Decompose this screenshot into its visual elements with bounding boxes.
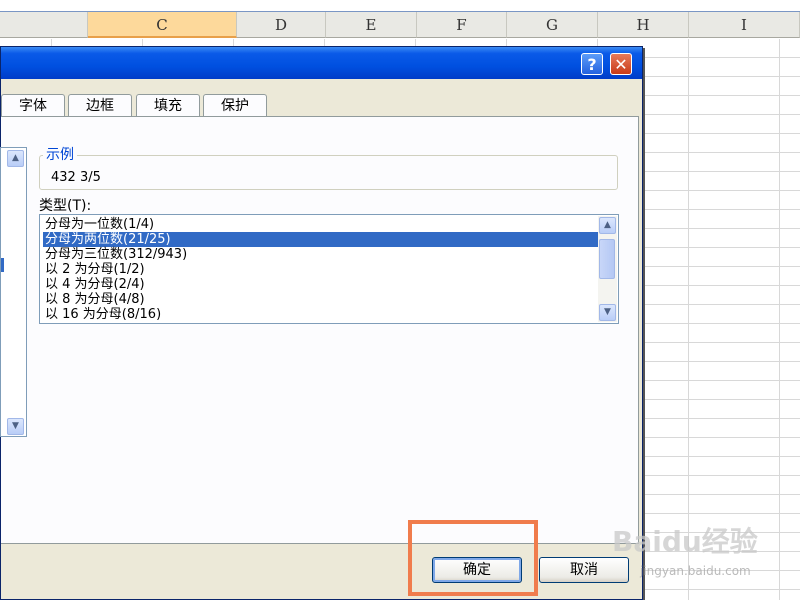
help-icon[interactable]: ?	[581, 53, 603, 75]
scroll-thumb[interactable]	[599, 239, 615, 279]
tab-border[interactable]: 边框	[68, 94, 132, 116]
column-header-i[interactable]: I	[689, 12, 800, 38]
column-header-b[interactable]	[0, 12, 88, 38]
type-list-scrollbar[interactable]: ▲ ▼	[598, 216, 617, 322]
scroll-up-icon[interactable]: ▲	[7, 150, 24, 167]
watermark-logo: Baidu经验	[612, 525, 758, 558]
dialog-titlebar[interactable]: ? ✕	[1, 47, 642, 79]
column-header-d[interactable]: D	[237, 12, 326, 38]
column-header-e[interactable]: E	[326, 12, 417, 38]
column-header-c[interactable]: C	[88, 12, 237, 38]
list-item[interactable]: 以 16 为分母(8/16)	[43, 307, 598, 322]
scroll-down-icon[interactable]: ▼	[7, 418, 24, 435]
selected-category-marker	[1, 258, 4, 272]
category-list[interactable]: ▲ ▼	[0, 147, 27, 437]
list-item[interactable]: 以 2 为分母(1/2)	[43, 262, 598, 277]
list-item[interactable]: 以 8 为分母(4/8)	[43, 292, 598, 307]
column-header-h[interactable]: H	[598, 12, 689, 38]
column-header-g[interactable]: G	[507, 12, 598, 38]
cancel-button[interactable]: 取消	[539, 557, 629, 583]
column-header-f[interactable]: F	[417, 12, 507, 38]
watermark-url: jingyan.baidu.com	[640, 564, 751, 578]
tab-protection[interactable]: 保护	[203, 94, 267, 116]
list-item[interactable]: 以 4 为分母(2/4)	[43, 277, 598, 292]
format-cells-dialog: ? ✕ 字体 边框 填充 保护 ▲ ▼ 示例 432 3/5 类型(T): 分母…	[0, 46, 643, 600]
list-item[interactable]: 分母为一位数(1/4)	[43, 217, 598, 232]
type-label: 类型(T):	[39, 198, 92, 214]
sample-value: 432 3/5	[51, 170, 101, 185]
sample-label: 示例	[43, 144, 77, 164]
highlight-box	[408, 520, 538, 596]
sample-groupbox	[39, 155, 618, 190]
tab-font[interactable]: 字体	[1, 94, 65, 116]
type-list[interactable]: 分母为一位数(1/4) 分母为两位数(21/25) 分母为三位数(312/943…	[39, 214, 619, 324]
list-item-selected[interactable]: 分母为两位数(21/25)	[43, 232, 598, 247]
scroll-up-icon[interactable]: ▲	[599, 217, 616, 234]
list-item[interactable]: 分母为三位数(312/943)	[43, 247, 598, 262]
scroll-down-icon[interactable]: ▼	[599, 304, 616, 321]
close-icon[interactable]: ✕	[610, 53, 632, 75]
formula-bar[interactable]	[0, 0, 800, 12]
tab-fill[interactable]: 填充	[136, 94, 200, 116]
